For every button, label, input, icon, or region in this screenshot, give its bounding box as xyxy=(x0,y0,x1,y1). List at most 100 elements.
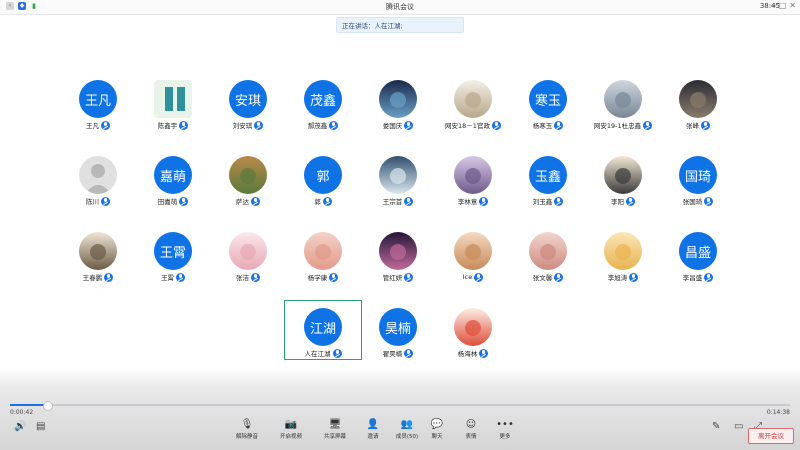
mic-muted-icon xyxy=(554,272,564,282)
avatar-initials: 国琦 xyxy=(679,156,717,194)
layout-icon[interactable]: ▭ xyxy=(734,421,743,432)
participant-name-row: 张峰 xyxy=(660,120,736,130)
toolbar-button[interactable]: 💬 聊天 xyxy=(420,418,454,448)
participant-tile[interactable]: 王霄 王霄 xyxy=(135,230,211,300)
participant-tile[interactable]: 郭郭 xyxy=(285,154,361,224)
toolbar-button[interactable]: 👤 邀请 xyxy=(356,418,390,448)
toolbar-button[interactable]: 📷 开启视频 xyxy=(274,418,308,448)
mic-muted-icon xyxy=(704,272,714,282)
participant-name: 娄国庆 xyxy=(382,122,403,130)
participant-name-row: 王春鹏 xyxy=(60,272,136,282)
participant-tile[interactable]: 陈川 xyxy=(60,154,136,224)
mic-muted-icon xyxy=(179,120,189,130)
penguin-photo-icon xyxy=(604,156,642,194)
participant-name: 李昌盛 xyxy=(682,274,703,282)
participant-tile[interactable]: 杨海林 xyxy=(435,306,511,376)
invite-icon: 👤 xyxy=(366,419,380,430)
participant-name: 郝茂鑫 xyxy=(307,122,328,130)
participant-tile[interactable]: 李林意 xyxy=(435,154,511,224)
participant-name-row: 张国琦 xyxy=(660,196,736,206)
participant-tile[interactable]: 萨达 xyxy=(210,154,286,224)
toolbar-label: 成员(50) xyxy=(395,434,419,440)
photo-icon xyxy=(604,80,642,118)
participant-name-row: 陈川 xyxy=(60,196,136,206)
landscape-photo-icon xyxy=(379,80,417,118)
participant-tile[interactable]: 网安19-1杜忠鑫 xyxy=(585,78,661,148)
participant-tile[interactable]: 王凡 王凡 xyxy=(60,78,136,148)
sketch-photo-icon xyxy=(79,232,117,270)
participant-tile[interactable]: 娄国庆 xyxy=(360,78,436,148)
participant-tile[interactable]: Ice xyxy=(435,230,511,300)
toolbar-label: 解除静音 xyxy=(235,434,258,440)
mic-muted-icon xyxy=(404,272,414,282)
pen-icon[interactable]: ✎ xyxy=(712,421,720,432)
participant-name: 王凡 xyxy=(86,122,99,130)
subtitle-icon[interactable]: ▤ xyxy=(36,421,45,432)
participant-tile[interactable]: 昌盛 李昌盛 xyxy=(660,230,736,300)
participant-tile[interactable]: 张洁 xyxy=(210,230,286,300)
close-icon[interactable]: ✕ xyxy=(789,1,796,10)
toolbar-label: 开启视频 xyxy=(279,434,302,440)
maximize-icon[interactable]: □ xyxy=(779,1,787,10)
participant-tile[interactable]: 杨学康 xyxy=(285,230,361,300)
toolbar-label: 共享屏幕 xyxy=(323,434,346,440)
toolbar-label: 邀请 xyxy=(367,434,379,440)
mic-muted-icon xyxy=(626,196,635,206)
participant-tile[interactable]: 陈鑫宇 xyxy=(135,78,211,148)
participant-tile[interactable]: 江湖 人在江湖 xyxy=(284,300,362,376)
pig-photo-icon xyxy=(304,232,342,270)
avatar-initials: 昊楠 xyxy=(379,308,417,346)
speaking-banner: 正在讲话：人在江湖; xyxy=(336,17,464,33)
participant-name: 张文馨 xyxy=(532,274,553,282)
participant-tile[interactable]: 玉鑫 刘玉鑫 xyxy=(510,154,586,224)
progress-fill xyxy=(10,404,48,406)
participant-name: 王霄 xyxy=(161,274,174,282)
participant-name-row: 王宗首 xyxy=(360,196,436,206)
participant-tile[interactable]: 李阳 xyxy=(585,154,661,224)
participant-tile[interactable]: 王春鹏 xyxy=(60,230,136,300)
participant-tile[interactable]: 张文馨 xyxy=(510,230,586,300)
toolbar-button[interactable]: ••• 更多 xyxy=(488,418,522,448)
avatar-initials: 玉鑫 xyxy=(529,156,567,194)
participant-tile[interactable]: 昊楠 翟昊楠 xyxy=(360,306,436,376)
participant-tile[interactable]: 王宗首 xyxy=(360,154,436,224)
participant-name-row: 张洁 xyxy=(210,272,286,282)
participant-name: 杨学康 xyxy=(307,274,328,282)
participant-tile[interactable]: 寒玉 杨寒玉 xyxy=(510,78,586,148)
pet-photo-icon xyxy=(529,232,567,270)
cartoon-photo-icon xyxy=(229,232,267,270)
mic-muted-icon xyxy=(251,196,260,206)
toolbar-button[interactable]: 👥 成员(50) xyxy=(390,418,424,448)
minimize-icon[interactable]: ─ xyxy=(771,1,776,10)
members-icon: 👥 xyxy=(400,419,414,430)
mic-muted-icon xyxy=(474,272,484,282)
participant-name-row: 郝茂鑫 xyxy=(285,120,361,130)
cartoon-girl-icon xyxy=(454,308,492,346)
cartoon-figure-icon xyxy=(454,80,492,118)
participant-tile[interactable]: 茂鑫 郝茂鑫 xyxy=(285,78,361,148)
participant-name-row: 张文馨 xyxy=(510,272,586,282)
participant-tile[interactable]: 国琦 张国琦 xyxy=(660,154,736,224)
participant-tile[interactable]: 张峰 xyxy=(660,78,736,148)
leave-meeting-button[interactable]: 离开会议 xyxy=(748,428,794,444)
mic-muted-icon xyxy=(701,120,710,130)
participant-row: 王春鹏 王霄 王霄张洁 杨学康 管红妍 Ice 张文馨 李旭涛 昌盛 李昌盛 xyxy=(60,230,740,300)
participant-tile[interactable]: 网安18－1官政 xyxy=(435,78,511,148)
default-user-icon xyxy=(79,156,117,194)
participant-tile[interactable]: 管红妍 xyxy=(360,230,436,300)
toolbar-button[interactable]: ☺ 表情 xyxy=(454,418,488,448)
participant-tile[interactable]: 李旭涛 xyxy=(585,230,661,300)
participant-name: 管红妍 xyxy=(382,274,403,282)
playback-progress-bar[interactable] xyxy=(10,401,790,411)
participant-name: 网安19-1杜忠鑫 xyxy=(593,122,642,130)
toolbar-button[interactable]: 🎙 解除静音 xyxy=(230,418,264,448)
participant-tile[interactable]: 嘉萌 田嘉萌 xyxy=(135,154,211,224)
participant-name-row: 杨海林 xyxy=(435,348,511,358)
avatar-initials: 郭 xyxy=(304,156,342,194)
participant-name: 王春鹏 xyxy=(82,274,103,282)
toolbar-button[interactable]: 🖥 共享屏幕 xyxy=(318,418,352,448)
volume-icon[interactable]: 🔊 xyxy=(14,421,26,432)
participant-name-row: 杨寒玉 xyxy=(510,120,586,130)
participant-name: 张洁 xyxy=(236,274,249,282)
participant-tile[interactable]: 安琪 刘安琪 xyxy=(210,78,286,148)
